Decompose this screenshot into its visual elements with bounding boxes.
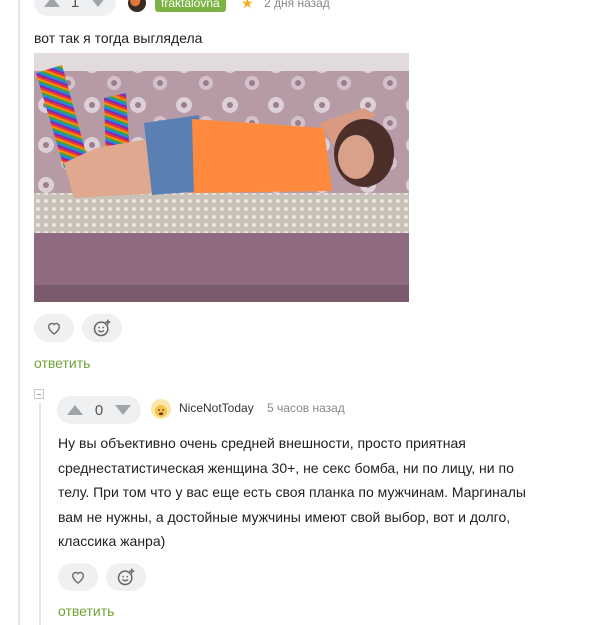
reply-thread-line	[39, 402, 41, 625]
reply-time: 5 часов назад	[267, 401, 345, 415]
author-name-badge[interactable]: fraktalovna	[155, 0, 226, 12]
comment-text: вот так я тогда выглядела	[34, 30, 203, 46]
arrow-down-icon[interactable]	[115, 405, 131, 415]
reply-add-reaction-button[interactable]	[106, 563, 146, 591]
author-avatar[interactable]	[128, 0, 146, 12]
reply-author-name[interactable]: NiceNotToday	[179, 401, 254, 415]
reply-text-line: телу. При том что у вас еще есть своя пл…	[58, 484, 526, 500]
comment-vote-control: 1	[34, 0, 116, 16]
collapse-thread-button[interactable]	[34, 389, 44, 399]
add-reaction-button[interactable]	[82, 314, 122, 342]
heart-icon	[72, 571, 84, 584]
comment-score: 1	[70, 0, 80, 11]
reply-author-avatar[interactable]	[151, 399, 171, 419]
reply-text: Ну вы объективно очень средней внешности…	[58, 431, 538, 554]
reply-text-line: среднестатистическая женщина 30+, не сек…	[58, 459, 514, 476]
emoji-plus-icon	[93, 319, 111, 337]
reply-text-line: вам не нужны, а достойные мужчины имеют …	[58, 508, 511, 525]
reply-text-line: Ну вы объективно очень средней внешности…	[58, 435, 466, 451]
thread-line	[18, 0, 20, 625]
arrow-down-icon[interactable]	[90, 0, 106, 7]
reply-vote-control: 0	[57, 396, 141, 424]
star-icon: ★	[241, 0, 254, 11]
reply-reply-link[interactable]: ответить	[58, 603, 114, 619]
arrow-up-icon[interactable]	[67, 405, 83, 415]
arrow-up-icon[interactable]	[44, 0, 60, 7]
avatar-face-icon	[151, 399, 171, 419]
emoji-plus-icon	[117, 568, 135, 586]
heart-icon	[48, 322, 60, 335]
reply-score: 0	[94, 401, 104, 419]
comment-time: 2 дня назад	[264, 0, 330, 10]
reply-link[interactable]: ответить	[34, 355, 90, 371]
like-button[interactable]	[34, 314, 74, 342]
comment-photo[interactable]	[34, 53, 409, 302]
reply-like-button[interactable]	[58, 563, 98, 591]
reply-text-line: классика жанра)	[58, 533, 166, 549]
